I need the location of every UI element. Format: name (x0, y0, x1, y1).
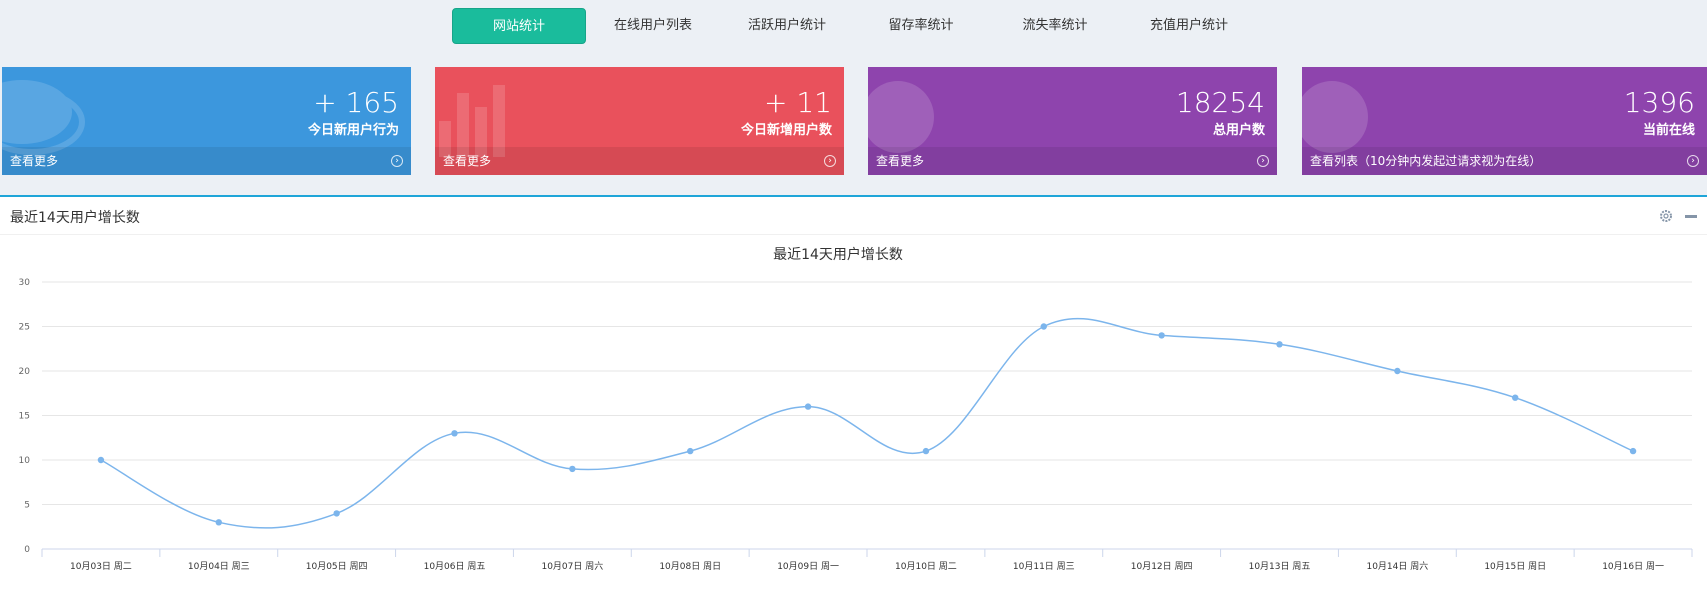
data-point[interactable] (1040, 323, 1047, 330)
series-points (97, 323, 1637, 526)
gear-icon[interactable] (1659, 209, 1673, 223)
stat-label: 当前在线 (1642, 123, 1695, 138)
y-tick-label: 0 (24, 545, 30, 555)
y-tick-label: 25 (19, 323, 30, 333)
line-chart: 最近14天用户增长数 0 5 10 15 20 25 30 10月03日 周二 10月04日 … (19, 246, 1693, 572)
stat-box-total-users: 18254 总用户数 查看更多 › (868, 67, 1277, 175)
stat-label: 总用户数 (1212, 123, 1265, 138)
tab-active-users[interactable]: 活跃用户统计 (720, 8, 854, 44)
tab-website-stats[interactable]: 网站统计 (452, 8, 586, 44)
y-tick-label: 15 (19, 412, 30, 422)
tab-bar: 网站统计 在线用户列表 活跃用户统计 留存率统计 流失率统计 充值用户统计 (0, 0, 1707, 60)
x-tick-label: 10月16日 周一 (1602, 561, 1664, 572)
data-point[interactable] (1629, 447, 1637, 455)
data-point[interactable] (1512, 394, 1519, 401)
stat-box-new-user-actions: + 165 今日新用户行为 查看更多 › (2, 67, 411, 175)
tab-recharge-users[interactable]: 充值用户统计 (1122, 8, 1256, 44)
globe-icon (1302, 81, 1368, 153)
stat-footer-link[interactable]: 查看更多 › (868, 147, 1277, 175)
stat-value: 18254 (1175, 86, 1265, 119)
x-tick-label: 10月13日 周五 (1249, 561, 1311, 572)
x-tick-label: 10月11日 周三 (1013, 561, 1075, 572)
data-point[interactable] (922, 447, 930, 455)
y-tick-label: 10 (19, 456, 31, 466)
x-tick-label: 10月05日 周四 (306, 561, 368, 572)
data-point[interactable] (569, 465, 576, 473)
data-point[interactable] (1276, 341, 1283, 348)
data-point[interactable] (804, 403, 812, 410)
x-tick-label: 10月15日 周日 (1484, 561, 1546, 572)
x-tick-label: 10月14日 周六 (1366, 560, 1428, 572)
chart-grid (42, 281, 1692, 550)
data-point[interactable] (451, 430, 458, 437)
series-line (100, 317, 1634, 529)
chat-bubble-icon (2, 80, 85, 155)
chart-title: 最近14天用户增长数 (773, 246, 903, 263)
stat-footer-link[interactable]: 查看列表（10分钟内发起过请求视为在线） › (1302, 147, 1707, 175)
x-tick-label: 10月04日 周三 (188, 561, 250, 572)
y-tick-label: 30 (19, 278, 31, 288)
stat-box-new-users-today: + 11 今日新增用户数 查看更多 › (435, 67, 844, 175)
panel-header: 最近14天用户增长数 (0, 197, 1707, 235)
stat-footer-link[interactable]: 查看更多 › (2, 147, 411, 175)
data-point[interactable] (1158, 332, 1165, 339)
footer-text: 查看更多 (443, 154, 492, 168)
data-point[interactable] (97, 456, 105, 464)
tab-online-users[interactable]: 在线用户列表 (586, 8, 720, 44)
stat-value: + 11 (764, 86, 832, 119)
x-tick-label: 10月09日 周一 (777, 561, 839, 572)
footer-text: 查看更多 (10, 154, 59, 168)
x-tick-label: 10月07日 周六 (541, 560, 603, 572)
tab-churn[interactable]: 流失率统计 (988, 8, 1122, 44)
collapse-icon[interactable] (1685, 215, 1697, 218)
arrow-circle-right-icon: › (824, 155, 836, 167)
stat-value: + 165 (313, 86, 399, 119)
stat-label: 今日新增用户数 (740, 123, 832, 138)
growth-panel: 最近14天用户增长数 最近14天用户增长数 0 5 10 15 20 25 30 10月03… (0, 195, 1707, 590)
bar-chart-icon (439, 85, 505, 157)
data-point[interactable] (1394, 367, 1401, 375)
x-axis: 10月03日 周二 10月04日 周三 10月05日 周四 10月06日 周五 10月0… (41, 549, 1693, 572)
y-tick-label: 5 (24, 501, 30, 511)
x-tick-label: 10月10日 周二 (895, 561, 957, 572)
panel-title: 最近14天用户增长数 (10, 210, 140, 226)
y-axis: 0 5 10 15 20 25 30 (19, 278, 31, 555)
data-point[interactable] (687, 447, 694, 455)
data-point[interactable] (333, 510, 340, 517)
globe-icon (868, 81, 934, 153)
arrow-circle-right-icon: › (391, 155, 403, 167)
x-tick-label: 10月08日 周日 (659, 561, 721, 572)
arrow-circle-right-icon: › (1687, 155, 1699, 167)
arrow-circle-right-icon: › (1257, 155, 1269, 167)
stat-value: 1396 (1623, 86, 1695, 119)
stat-box-online-now: 1396 当前在线 查看列表（10分钟内发起过请求视为在线） › (1302, 67, 1707, 175)
y-tick-label: 20 (19, 367, 31, 377)
x-tick-label: 10月03日 周二 (70, 561, 132, 572)
x-tick-label: 10月06日 周五 (424, 561, 486, 572)
stat-footer-link[interactable]: 查看更多 › (435, 147, 844, 175)
footer-text: 查看列表（10分钟内发起过请求视为在线） (1310, 154, 1542, 168)
footer-text: 查看更多 (876, 154, 925, 168)
data-point[interactable] (215, 519, 222, 526)
x-tick-label: 10月12日 周四 (1131, 561, 1193, 572)
stat-label: 今日新用户行为 (307, 123, 399, 138)
tab-retention[interactable]: 留存率统计 (854, 8, 988, 44)
